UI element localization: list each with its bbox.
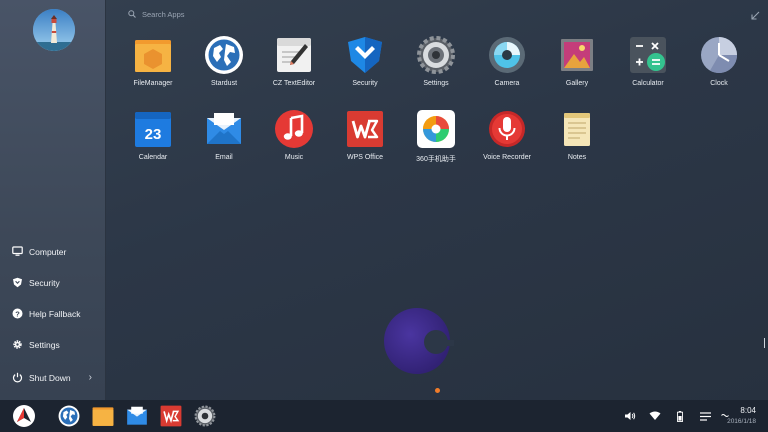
app-clock[interactable]: Clock xyxy=(683,33,755,101)
sidebar-item-security[interactable]: Security xyxy=(0,267,106,298)
battery-icon[interactable] xyxy=(673,400,687,432)
volume-icon[interactable] xyxy=(622,400,638,432)
app-360-helper[interactable]: 360手机助手 xyxy=(400,107,472,175)
text-editor-icon xyxy=(274,35,314,75)
sidebar-item-computer[interactable]: Computer xyxy=(0,236,106,267)
lighthouse-avatar-image xyxy=(33,9,75,51)
search-placeholder: Search Apps xyxy=(142,9,185,19)
search-bar[interactable]: Search Apps xyxy=(128,7,328,21)
app-label: Stardust xyxy=(210,80,238,87)
power-icon xyxy=(12,372,23,383)
app-label: Security xyxy=(352,80,378,87)
desktop: Computer Security ? Help Fallback Settin… xyxy=(0,0,768,400)
sidebar-item-settings[interactable]: Settings xyxy=(0,329,106,360)
taskbar-filemanager[interactable] xyxy=(91,404,115,428)
folder-icon xyxy=(92,407,114,426)
wps-icon xyxy=(345,109,385,149)
app-label: CZ TextEditor xyxy=(272,80,316,87)
start-button[interactable] xyxy=(12,404,36,428)
email-icon xyxy=(204,109,244,149)
user-avatar[interactable] xyxy=(33,9,75,51)
email-icon xyxy=(127,406,147,425)
taskbar-email[interactable] xyxy=(125,404,149,428)
sidebar-item-label: Computer xyxy=(29,246,67,257)
app-label: WPS Office xyxy=(346,154,384,161)
microphone-icon xyxy=(487,109,527,149)
sidebar-item-label: Settings xyxy=(29,339,60,350)
shield-icon xyxy=(345,35,385,75)
music-icon xyxy=(274,109,314,149)
page-indicator-dot[interactable] xyxy=(435,388,440,393)
sidebar-item-shutdown[interactable]: Shut Down › xyxy=(0,362,106,393)
loading-logo-icon xyxy=(382,307,454,375)
help-icon: ? xyxy=(12,308,23,319)
calendar-day-text: 23 xyxy=(145,126,162,143)
clock-time: 8:04 xyxy=(740,406,756,415)
360-helper-icon xyxy=(416,109,456,149)
app-gallery[interactable]: Gallery xyxy=(541,33,613,101)
app-wps-office[interactable]: WPS Office xyxy=(329,107,401,175)
app-label: Calculator xyxy=(632,80,664,87)
app-music[interactable]: Music xyxy=(258,107,330,175)
sidebar-item-label: Security xyxy=(29,277,60,288)
app-label: Notes xyxy=(567,154,587,161)
app-label: Camera xyxy=(494,80,520,87)
app-stardust[interactable]: Stardust xyxy=(188,33,260,101)
wps-icon xyxy=(160,405,182,427)
sidebar-item-label: Shut Down xyxy=(29,372,71,383)
mouse-cursor xyxy=(764,338,767,348)
sidebar-item-label: Help Fallback xyxy=(29,308,81,319)
app-label: Calendar xyxy=(138,154,168,161)
stardust-icon xyxy=(58,405,80,427)
app-label: FileManager xyxy=(133,80,173,87)
app-security[interactable]: Security xyxy=(329,33,401,101)
taskbar-stardust[interactable] xyxy=(57,404,81,428)
notes-icon xyxy=(557,109,597,149)
wifi-icon[interactable] xyxy=(647,400,663,432)
app-label: Voice Recorder xyxy=(483,154,531,161)
clock-date: 2016/1/18 xyxy=(727,418,756,425)
search-icon xyxy=(128,10,136,18)
start-menu-sidebar: Computer Security ? Help Fallback Settin… xyxy=(0,0,106,400)
chevron-right-icon[interactable]: › xyxy=(89,372,92,383)
app-label: 360手机助手 xyxy=(416,156,456,163)
globe-icon xyxy=(204,35,244,75)
gallery-icon xyxy=(557,35,597,75)
shield-icon xyxy=(12,277,23,288)
app-label: Clock xyxy=(710,80,728,87)
gear-icon xyxy=(416,35,456,75)
gear-icon xyxy=(12,339,23,350)
notification-icon[interactable] xyxy=(697,400,713,432)
app-camera[interactable]: Camera xyxy=(471,33,543,101)
taskbar-settings[interactable] xyxy=(193,404,217,428)
app-label: Music xyxy=(284,154,304,161)
calendar-icon: 23 xyxy=(133,109,173,149)
app-voice-recorder[interactable]: Voice Recorder xyxy=(471,107,543,175)
taskbar: 8:04 2016/1/18 xyxy=(0,400,768,432)
folder-icon xyxy=(133,35,173,75)
app-label: Settings xyxy=(423,80,449,87)
taskbar-clock[interactable]: 8:04 2016/1/18 xyxy=(727,405,756,427)
app-cz-texteditor[interactable]: CZ TextEditor xyxy=(258,33,330,101)
taskbar-wps[interactable] xyxy=(159,404,183,428)
collapse-arrow-icon[interactable] xyxy=(750,8,760,20)
app-label: Email xyxy=(215,154,233,161)
calculator-icon xyxy=(628,35,668,75)
app-label: Gallery xyxy=(565,80,589,87)
sidebar-item-help[interactable]: ? Help Fallback xyxy=(0,298,106,329)
app-calculator[interactable]: Calculator xyxy=(612,33,684,101)
monitor-icon xyxy=(12,246,23,257)
camera-icon xyxy=(487,35,527,75)
gear-icon xyxy=(194,405,216,427)
app-email[interactable]: Email xyxy=(188,107,260,175)
app-notes[interactable]: Notes xyxy=(541,107,613,175)
app-calendar[interactable]: 23 Calendar xyxy=(117,107,189,175)
start-logo-icon xyxy=(13,405,35,427)
app-settings[interactable]: Settings xyxy=(400,33,472,101)
svg-text:?: ? xyxy=(15,309,20,318)
app-filemanager[interactable]: FileManager xyxy=(117,33,189,101)
clock-icon xyxy=(699,35,739,75)
